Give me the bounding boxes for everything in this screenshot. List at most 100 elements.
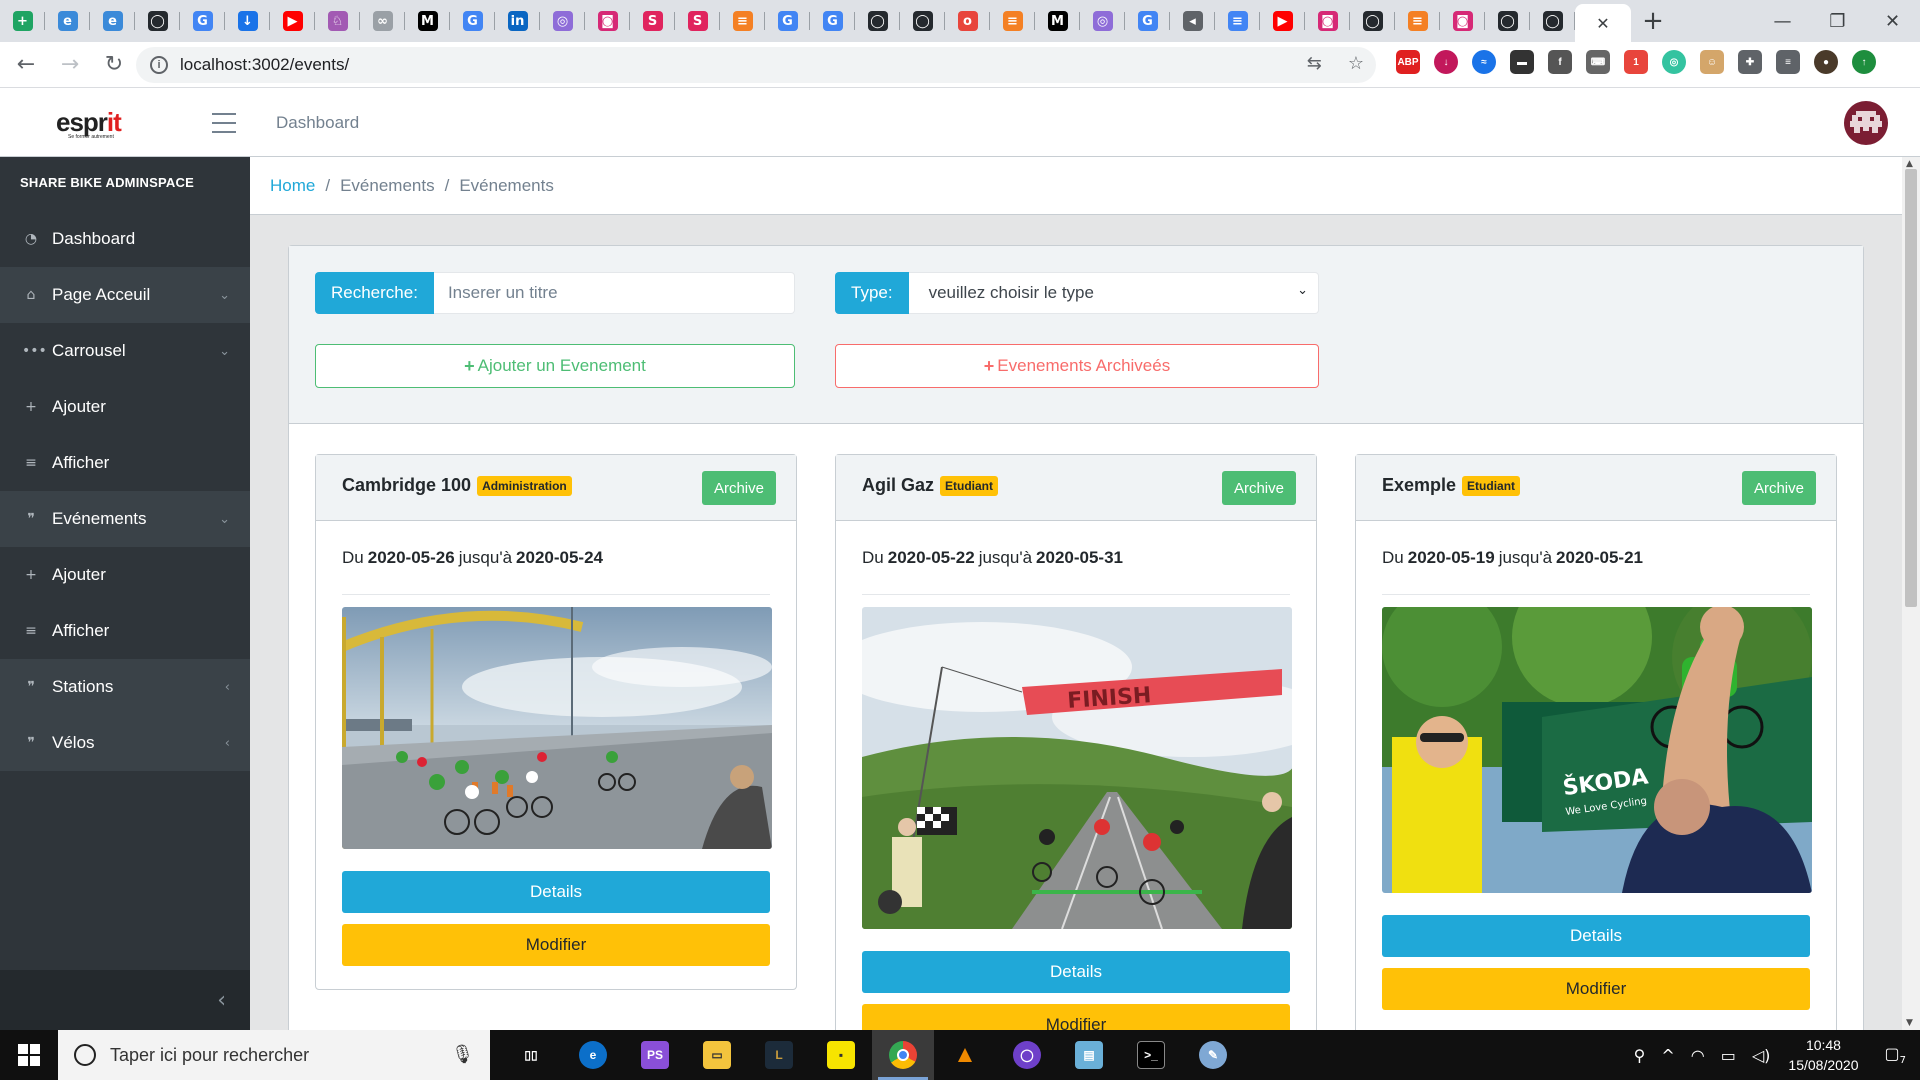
extension-download-icon[interactable]: ↓ xyxy=(1434,50,1458,74)
chrome-app-icon[interactable] xyxy=(872,1030,934,1080)
url-text[interactable]: localhost:3002/events/ xyxy=(180,55,349,75)
notifications-icon[interactable]: ▢7 xyxy=(1885,1044,1907,1066)
extension-facebook-icon[interactable]: f xyxy=(1548,50,1572,74)
modify-button[interactable]: Modifier xyxy=(342,924,770,966)
details-button[interactable]: Details xyxy=(1382,915,1810,957)
archive-button[interactable]: Archive xyxy=(1221,471,1296,505)
modify-button[interactable]: Modifier xyxy=(862,1004,1290,1030)
add-event-button[interactable]: + Ajouter un Evenement xyxy=(315,344,795,388)
extension-messenger-icon[interactable]: ≈ xyxy=(1472,50,1496,74)
scrollbar-thumb[interactable] xyxy=(1905,169,1917,607)
extension-keyboard-icon[interactable]: ⌨ xyxy=(1586,50,1610,74)
browser-tab[interactable]: S xyxy=(630,0,675,42)
translate-icon[interactable]: ⇆ xyxy=(1307,53,1322,74)
league-app-icon[interactable]: L xyxy=(748,1030,810,1080)
browser-tab[interactable]: + xyxy=(0,0,45,42)
page-scrollbar[interactable]: ▲ ▼ xyxy=(1902,157,1920,1030)
sidebar-item-ajouter[interactable]: + Ajouter xyxy=(0,379,250,435)
chevron-up-icon[interactable]: ^ xyxy=(1661,1046,1674,1065)
forward-icon[interactable]: → xyxy=(52,47,88,83)
edge-app-icon[interactable]: e xyxy=(562,1030,624,1080)
reading-list-icon[interactable]: ≡ xyxy=(1776,50,1800,74)
browser-tab[interactable]: ◯ xyxy=(135,0,180,42)
browser-tab[interactable]: ◯ xyxy=(855,0,900,42)
extension-share-icon[interactable]: 1 xyxy=(1624,50,1648,74)
back-icon[interactable]: ← xyxy=(8,47,44,83)
extension-avatar-icon[interactable]: ☺ xyxy=(1700,50,1724,74)
header-dashboard-link[interactable]: Dashboard xyxy=(276,113,359,133)
browser-tab[interactable]: in xyxy=(495,0,540,42)
browser-tab[interactable]: e xyxy=(45,0,90,42)
sidebar-item-stations[interactable]: ❞ Stations ‹ xyxy=(0,659,250,715)
site-info-icon[interactable]: i xyxy=(150,56,168,74)
paint-app-icon[interactable]: ✎ xyxy=(1182,1030,1244,1080)
restore-window-icon[interactable]: ❐ xyxy=(1810,0,1865,42)
new-tab-button[interactable]: + xyxy=(1631,0,1675,42)
browser-tab[interactable]: ≡ xyxy=(1395,0,1440,42)
browser-tab[interactable]: ◯ xyxy=(900,0,945,42)
browser-tab[interactable]: M xyxy=(405,0,450,42)
breadcrumb-home[interactable]: Home xyxy=(270,176,315,196)
phpstorm-app-icon[interactable]: PS xyxy=(624,1030,686,1080)
archive-button[interactable]: Archive xyxy=(1741,471,1816,505)
sidebar-item-page-acceuil[interactable]: ⌂ Page Acceuil ⌄ xyxy=(0,267,250,323)
browser-tab[interactable]: ◯ xyxy=(1485,0,1530,42)
wifi-icon[interactable]: ◠ xyxy=(1691,1046,1705,1065)
file-explorer-icon[interactable]: ▭ xyxy=(686,1030,748,1080)
details-button[interactable]: Details xyxy=(862,951,1290,993)
browser-tab[interactable]: ∞ xyxy=(360,0,405,42)
details-button[interactable]: Details xyxy=(342,871,770,913)
archive-button[interactable]: Archive xyxy=(701,471,776,505)
esprit-logo[interactable]: esprit Se former autrement xyxy=(56,107,122,140)
notepad-app-icon[interactable]: ▤ xyxy=(1058,1030,1120,1080)
browser-tab[interactable]: ▶ xyxy=(1260,0,1305,42)
browser-tab[interactable]: ≡ xyxy=(990,0,1035,42)
sidebar-item-ev-nements[interactable]: ❞ Evénements ⌄ xyxy=(0,491,250,547)
browser-tab[interactable]: M xyxy=(1035,0,1080,42)
windows-start-icon[interactable] xyxy=(0,1030,58,1080)
sticky-notes-icon[interactable]: ▪ xyxy=(810,1030,872,1080)
browser-tab[interactable]: ≡ xyxy=(1215,0,1260,42)
update-icon[interactable]: ↑ xyxy=(1852,50,1876,74)
close-tab-icon[interactable]: ✕ xyxy=(1596,14,1609,33)
reload-icon[interactable]: ↻ xyxy=(96,47,132,83)
modify-button[interactable]: Modifier xyxy=(1382,968,1810,1010)
microphone-icon[interactable]: 🎙 xyxy=(451,1044,474,1065)
browser-tab[interactable]: ≡ xyxy=(720,0,765,42)
user-avatar[interactable] xyxy=(1844,101,1888,145)
minimize-window-icon[interactable]: — xyxy=(1755,0,1810,42)
browser-tab[interactable]: e xyxy=(90,0,135,42)
browser-tab[interactable]: ♘ xyxy=(315,0,360,42)
browser-tab[interactable]: o xyxy=(945,0,990,42)
browser-tab[interactable]: ◙ xyxy=(1305,0,1350,42)
sidebar-toggle-menu-icon[interactable] xyxy=(212,113,236,133)
sidebar-item-carrousel[interactable]: ••• Carrousel ⌄ xyxy=(0,323,250,379)
adblock-icon[interactable]: ABP xyxy=(1396,50,1420,74)
taskbar-clock[interactable]: 10:48 15/08/2020 xyxy=(1788,1035,1858,1075)
people-icon[interactable]: ⚲ xyxy=(1634,1046,1646,1065)
task-view-icon[interactable]: ▯▯ xyxy=(500,1030,562,1080)
sidebar-minimizer[interactable]: ‹ xyxy=(0,970,250,1030)
browser-tab[interactable]: ◙ xyxy=(585,0,630,42)
active-browser-tab[interactable]: ✕ xyxy=(1575,4,1631,42)
search-input[interactable]: Inserer un titre xyxy=(433,272,795,314)
battery-icon[interactable]: ▭ xyxy=(1721,1046,1736,1065)
terminal-app-icon[interactable]: >_ xyxy=(1120,1030,1182,1080)
profile-avatar[interactable]: ● xyxy=(1814,50,1838,74)
browser-tab[interactable]: G xyxy=(450,0,495,42)
browser-tab[interactable]: S xyxy=(675,0,720,42)
github-desktop-icon[interactable]: ◯ xyxy=(996,1030,1058,1080)
browser-tab[interactable]: ◯ xyxy=(1350,0,1395,42)
sidebar-item-ajouter[interactable]: + Ajouter xyxy=(0,547,250,603)
browser-tab[interactable]: ◂ xyxy=(1170,0,1215,42)
browser-tab[interactable]: ◎ xyxy=(1080,0,1125,42)
browser-tab[interactable]: ▶ xyxy=(270,0,315,42)
extension-terminal-icon[interactable]: ▬ xyxy=(1510,50,1534,74)
browser-tab[interactable]: ◙ xyxy=(1440,0,1485,42)
volume-icon[interactable]: ◁) xyxy=(1752,1046,1771,1065)
bookmark-star-icon[interactable]: ☆ xyxy=(1348,53,1364,74)
address-bar[interactable]: i localhost:3002/events/ ⇆ ☆ xyxy=(136,47,1376,83)
close-window-icon[interactable]: ✕ xyxy=(1865,0,1920,42)
taskbar-search-box[interactable]: Taper ici pour rechercher 🎙 xyxy=(58,1030,490,1080)
archived-events-button[interactable]: + Evenements Archiveés xyxy=(835,344,1319,388)
